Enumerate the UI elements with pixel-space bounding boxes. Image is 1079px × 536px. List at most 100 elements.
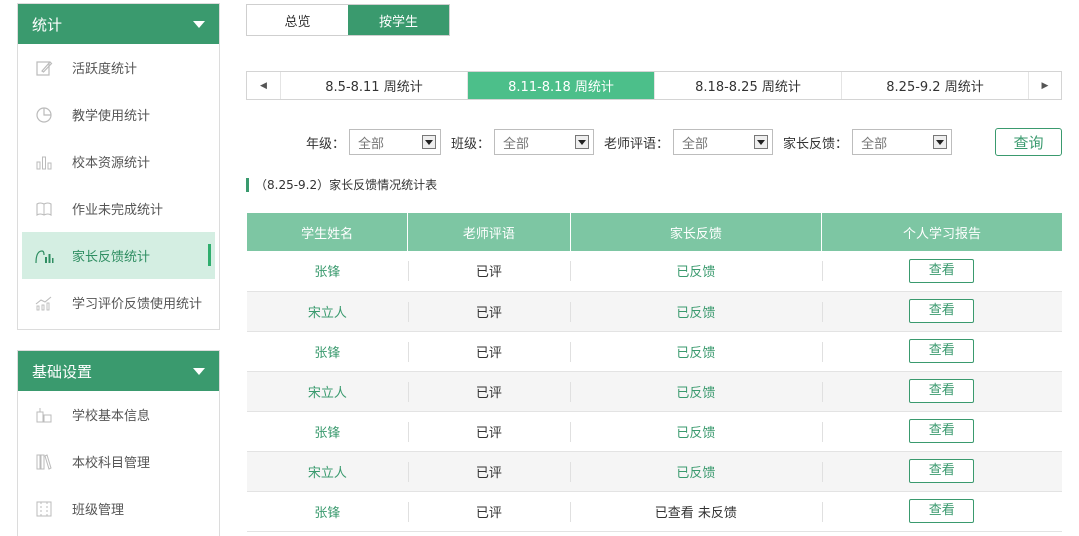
feedback-cell: 已反馈 <box>570 451 822 492</box>
comment-select[interactable]: 全部 <box>673 129 774 155</box>
view-report-button[interactable]: 查看 <box>909 258 975 283</box>
edit-icon <box>34 58 54 78</box>
student-name-cell: 宋立人 <box>247 451 408 492</box>
week-tab-2[interactable]: 8.11-8.18 周统计 <box>467 72 654 99</box>
report-cell: 查看 <box>821 251 1062 292</box>
feedback-cell: 已反馈 <box>570 251 822 292</box>
comment-cell: 已评 <box>407 371 571 412</box>
feedback-cell: 已查看 未反馈 <box>570 491 822 532</box>
feedback-cell: 已反馈 <box>570 411 822 452</box>
class-select[interactable]: 全部 <box>494 129 595 155</box>
filter-bar: 年级： 全部 班级： 全部 老师评语： 全部 家长反馈： 全部 查询 <box>246 128 1062 156</box>
comment-cell: 已评 <box>407 291 571 332</box>
sidebar-item-resources[interactable]: 校本资源统计 <box>18 138 219 185</box>
grade-select-value: 全部 <box>358 136 385 152</box>
grade-select[interactable]: 全部 <box>349 129 442 155</box>
caret-down-icon <box>193 367 205 375</box>
settings-panel-header[interactable]: 基础设置 <box>18 351 219 391</box>
feedback-label: 家长反馈： <box>783 136 849 152</box>
class-select-value: 全部 <box>503 136 530 152</box>
feedback-cell: 已反馈 <box>570 291 822 332</box>
settings-panel-title: 基础设置 <box>32 362 93 381</box>
tab-overview[interactable]: 总览 <box>247 5 348 35</box>
sidebar-item-label: 教学使用统计 <box>72 109 151 124</box>
bar-chart-icon <box>34 152 54 172</box>
pie-chart-icon <box>34 105 54 125</box>
tab-by-student[interactable]: 按学生 <box>348 5 449 35</box>
chevron-down-icon <box>575 135 590 149</box>
week-tab-3[interactable]: 8.18-8.25 周统计 <box>654 72 841 99</box>
feedback-select[interactable]: 全部 <box>852 129 953 155</box>
sidebar-item-school-info[interactable]: 学校基本信息 <box>18 391 219 438</box>
column-header-comment: 老师评语 <box>407 213 571 251</box>
report-cell: 查看 <box>821 491 1062 532</box>
view-report-button[interactable]: 查看 <box>909 299 975 323</box>
chevron-down-icon <box>422 135 437 149</box>
comment-cell: 已评 <box>407 411 571 452</box>
week-tabs: ◀ 8.5-8.11 周统计 8.11-8.18 周统计 8.18-8.25 周… <box>246 71 1062 100</box>
column-header-report: 个人学习报告 <box>821 213 1062 251</box>
arrow-left-icon: ◀ <box>260 80 267 91</box>
report-cell: 查看 <box>821 371 1062 412</box>
comment-cell: 已评 <box>407 451 571 492</box>
sidebar-item-label: 学习评价反馈使用统计 <box>72 297 203 312</box>
student-name-cell: 张锋 <box>247 251 408 292</box>
caret-down-icon <box>193 20 205 28</box>
table-header-row: 学生姓名 老师评语 家长反馈 个人学习报告 <box>247 213 1062 251</box>
table-row: 张锋 已评 已查看 未反馈 查看 <box>247 491 1062 532</box>
arrow-right-icon: ▶ <box>1041 80 1049 91</box>
view-report-button[interactable]: 查看 <box>909 339 975 363</box>
feedback-cell: 已反馈 <box>570 331 822 372</box>
week-tab-4[interactable]: 8.25-9.2 周统计 <box>841 72 1028 99</box>
table-row: 宋立人 已评 已反馈 查看 <box>247 291 1062 332</box>
sidebar-item-label: 活跃度统计 <box>72 62 138 77</box>
report-cell: 查看 <box>821 331 1062 372</box>
feedback-select-value: 全部 <box>861 136 888 152</box>
view-report-button[interactable]: 查看 <box>909 379 975 403</box>
prev-week-button[interactable]: ◀ <box>247 72 280 99</box>
student-name-cell: 宋立人 <box>247 291 408 332</box>
sidebar-item-label: 本校科目管理 <box>72 456 151 471</box>
sidebar-item-subjects[interactable]: 本校科目管理 <box>18 438 219 485</box>
student-name-cell: 张锋 <box>247 331 408 372</box>
view-report-button[interactable]: 查看 <box>909 419 975 443</box>
table-title: （8.25-9.2）家长反馈情况统计表 <box>246 178 437 192</box>
sidebar-item-classes[interactable]: 班级管理 <box>18 485 219 532</box>
sidebar-item-evaluation[interactable]: 学习评价反馈使用统计 <box>18 279 219 326</box>
next-week-button[interactable]: ▶ <box>1028 72 1061 99</box>
report-cell: 查看 <box>821 411 1062 452</box>
book-icon <box>34 199 54 219</box>
table-row: 张锋 已评 已反馈 查看 <box>247 331 1062 372</box>
comment-cell: 已评 <box>407 251 571 292</box>
stats-panel-header[interactable]: 统计 <box>18 4 219 44</box>
sidebar-item-activity[interactable]: 活跃度统计 <box>18 44 219 91</box>
feedback-cell: 已反馈 <box>570 371 822 412</box>
view-report-button[interactable]: 查看 <box>909 459 975 483</box>
week-tab-1[interactable]: 8.5-8.11 周统计 <box>280 72 467 99</box>
chevron-down-icon <box>933 135 948 149</box>
sidebar-item-label: 家长反馈统计 <box>72 250 151 265</box>
comment-label: 老师评语： <box>604 136 670 152</box>
school-icon <box>34 405 54 425</box>
sidebar-item-parent-feedback[interactable]: 家长反馈统计 <box>22 232 215 279</box>
sidebar-item-label: 班级管理 <box>72 503 125 518</box>
chevron-down-icon <box>754 135 769 149</box>
sidebar-item-teaching[interactable]: 教学使用统计 <box>18 91 219 138</box>
student-name-cell: 宋立人 <box>247 371 408 412</box>
sidebar-item-homework[interactable]: 作业未完成统计 <box>18 185 219 232</box>
table-row: 张锋 已评 已反馈 查看 <box>247 251 1062 292</box>
view-report-button[interactable]: 查看 <box>909 499 975 523</box>
class-icon <box>34 499 54 519</box>
report-cell: 查看 <box>821 451 1062 492</box>
column-header-feedback: 家长反馈 <box>569 213 822 251</box>
query-button[interactable]: 查询 <box>995 128 1062 156</box>
comment-cell: 已评 <box>407 491 571 532</box>
sidebar-item-label: 学校基本信息 <box>72 409 151 424</box>
feedback-chart-icon <box>34 246 54 266</box>
feedback-table: 学生姓名 老师评语 家长反馈 个人学习报告 张锋 已评 已反馈 查看 宋立人 已… <box>247 213 1062 532</box>
report-cell: 查看 <box>821 291 1062 332</box>
table-row: 宋立人 已评 已反馈 查看 <box>247 451 1062 492</box>
active-indicator <box>208 244 211 266</box>
student-name-cell: 张锋 <box>247 491 408 532</box>
view-toggle: 总览 按学生 <box>246 4 450 36</box>
